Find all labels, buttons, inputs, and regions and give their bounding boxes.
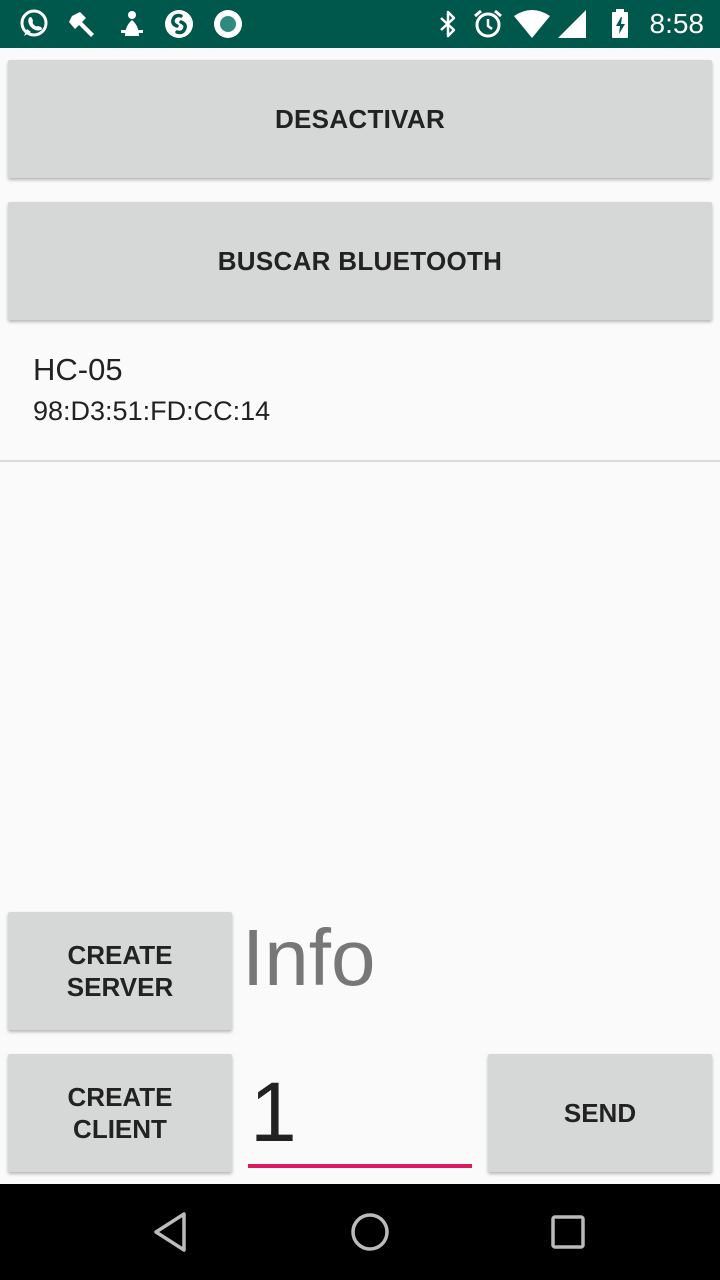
wifi-icon <box>514 10 550 38</box>
bluetooth-icon <box>440 10 456 38</box>
tool-icon <box>69 12 94 37</box>
shazam-icon <box>165 10 193 38</box>
status-bar: 8:58 <box>0 0 720 48</box>
device-name: HC-05 <box>33 352 123 387</box>
deactivate-button[interactable]: DESACTIVAR <box>8 60 712 178</box>
whatsapp-icon <box>20 9 48 37</box>
alarm-icon <box>474 9 502 38</box>
battery-icon <box>612 9 628 38</box>
back-icon[interactable] <box>140 1202 200 1262</box>
device-address: 98:D3:51:FD:CC:14 <box>33 396 271 426</box>
message-input[interactable]: 1 <box>248 1064 472 1168</box>
navigation-bar <box>0 1184 720 1280</box>
clock-time: 8:58 <box>649 8 705 39</box>
create-server-button[interactable]: CREATE SERVER <box>8 912 232 1030</box>
signal-icon <box>558 10 586 38</box>
create-client-button[interactable]: CREATE CLIENT <box>8 1054 232 1172</box>
home-icon[interactable] <box>340 1202 400 1262</box>
send-button[interactable]: SEND <box>488 1054 712 1172</box>
search-bluetooth-button[interactable]: BUSCAR BLUETOOTH <box>8 202 712 320</box>
device-list-item[interactable]: HC-05 98:D3:51:FD:CC:14 <box>0 330 720 462</box>
record-icon <box>214 10 242 38</box>
person-icon <box>121 11 143 36</box>
recents-icon[interactable] <box>538 1202 598 1262</box>
info-label: Info <box>242 913 376 1002</box>
